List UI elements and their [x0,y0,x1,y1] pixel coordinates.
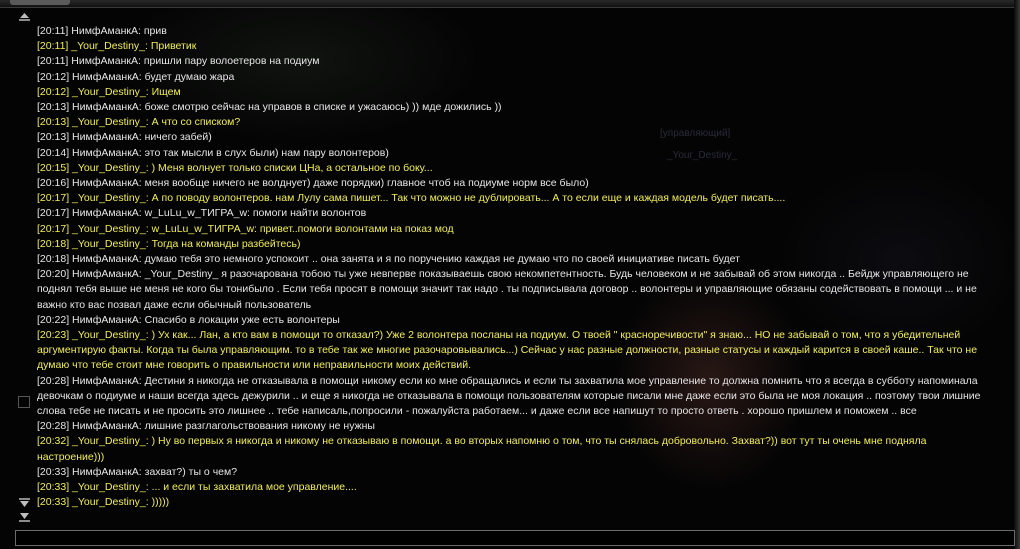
chat-message: [20:11] НимфАманкА: прив [37,25,167,37]
chat-message: [20:32] _Your_Destiny_: ) Ну во первых я… [37,435,927,463]
chat-message: [20:22] НимфАманкА: Спасибо в локации уж… [37,313,340,326]
chat-message: [20:13] _Your_Destiny_: А что со списком… [37,116,241,129]
window-tab[interactable] [10,0,70,5]
side-checkbox[interactable] [18,396,30,408]
chat-message: [20:33] _Your_Destiny_: ))))) [37,496,170,509]
chat-input[interactable] [15,530,1015,546]
window-right-border [1014,0,1020,549]
window-top-bar [0,0,1020,8]
scroll-down-button[interactable] [19,498,30,508]
chat-message: [20:13] НимфАманкА: ничего забей) [37,131,212,144]
chat-message: [20:12] НимфАманкА: будет думаю жара [37,70,235,83]
chat-message: [20:28] НимфАманкА: лишние разглагольств… [37,420,375,433]
chat-message: [20:33] НимфАманкА: захват?) ты о чем? [37,465,238,478]
chat-message: [20:33] _Your_Destiny_: ... и если ты за… [37,481,357,494]
chat-message: [20:17] _Your_Destiny_: А по поводу воло… [37,192,786,205]
arrow-to-bottom-icon [19,513,30,522]
scroll-bottom-button[interactable] [19,512,30,522]
chat-message: [20:11] _Your_Destiny_: Приветик [37,40,197,53]
chat-message: [20:18] _Your_Destiny_: Тогда на команды… [37,237,301,250]
chat-message: [20:17] _Your_Destiny_: w_LuLu_w_ТИГРА_w… [37,222,454,235]
chat-message: [20:17] НимфАманкА: w_LuLu_w_ТИГРА_w: по… [37,207,367,220]
arrow-up-icon [19,13,30,21]
chat-message: [20:15] _Your_Destiny_: ) Меня волнует т… [37,161,433,174]
chat-message: [20:18] НимфАманкА: думаю тебя это немно… [37,253,740,266]
chat-message: [20:20] НимфАманкА: _Your_Destiny_ я раз… [37,268,977,311]
chat-message: [20:14] НимфАманкА: это так мысли в слух… [37,146,389,159]
chat-message: [20:16] НимфАманкА: меня вообще ничего н… [37,177,589,190]
chat-message: [20:11] НимфАманкА: пришли пару волоетер… [37,55,320,68]
arrow-down-icon [19,498,30,507]
scroll-up-button[interactable] [19,12,30,22]
chat-message: [20:13] НимфАманкА: боже смотрю сейчас н… [37,101,502,114]
chat-log: [20:11] НимфАманкА: прив [20:11] _Your_D… [37,24,987,511]
chat-message: [20:12] _Your_Destiny_: Ищем [37,85,181,98]
chat-message: [20:23] _Your_Destiny_: ) Ух как... Лан,… [37,329,978,372]
chat-message: [20:28] НимфАманкА: Дестини я никогда не… [37,374,981,418]
